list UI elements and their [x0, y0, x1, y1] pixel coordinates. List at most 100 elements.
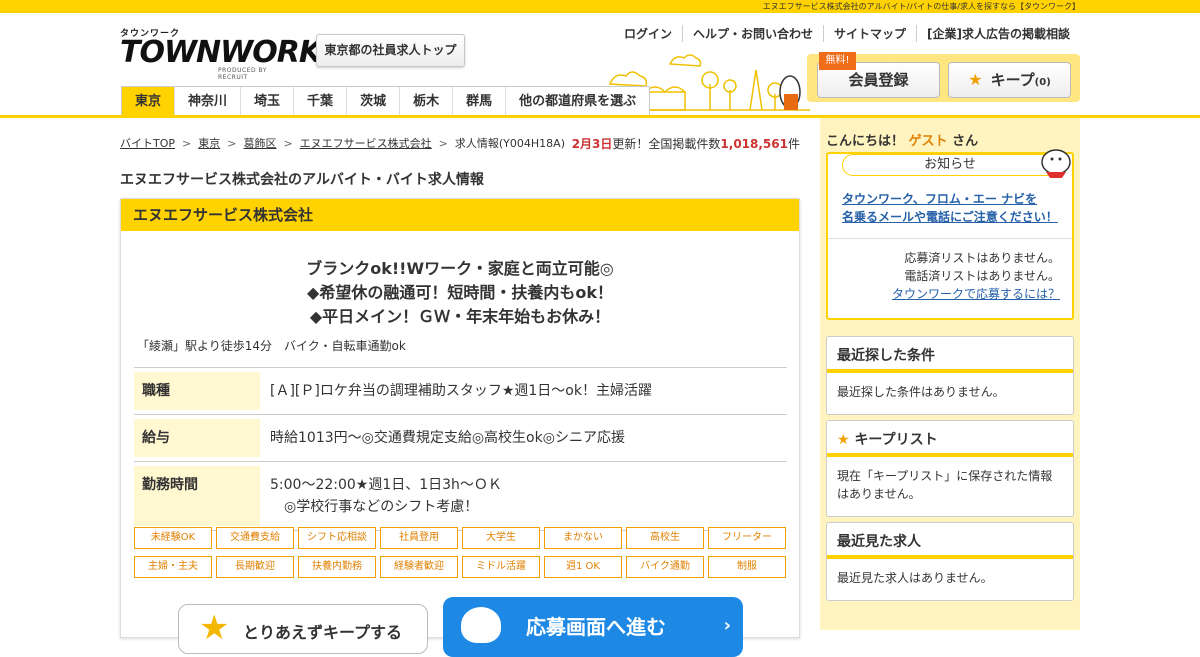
row-value: 5:00～22:00★週1日、1日3h～ＯＫ ◎学校行事などのシフト考慮！: [260, 466, 512, 526]
update-text: 更新！全国掲載件数: [612, 137, 721, 151]
site-tagline: エヌエフサービス株式会社のアルバイト/バイトの仕事/求人を探すなら【タウンワーク…: [0, 0, 1200, 13]
tab-other-prefectures[interactable]: 他の都道府県を選ぶ: [505, 87, 649, 116]
fraud-warning-link[interactable]: タウンワーク、フロム・エー ナビを 名乗るメールや電話にご注意ください！: [842, 190, 1072, 226]
tag: 社員登用: [380, 527, 458, 549]
login-link[interactable]: ログイン: [614, 25, 682, 42]
station-access: 「綾瀬」駅より徒歩14分 バイク・自転車通勤ok: [137, 339, 406, 353]
table-row: 給与 時給1013円～◎交通費規定支給◎高校生ok◎シニア応援: [134, 415, 787, 462]
update-info: 2月3日更新！全国掲載件数1,018,561件: [572, 135, 800, 152]
notice-title: お知らせ: [842, 154, 1058, 176]
recent-viewed-body: 最近見た求人はありません。: [837, 571, 993, 585]
tag: ミドル活躍: [462, 556, 540, 578]
apply-label: 応募画面へ進む: [526, 615, 666, 639]
keep-label: キープ: [990, 71, 1035, 89]
recent-viewed-box: 最近見た求人 最近見た求人はありません。: [826, 522, 1074, 601]
chevron-right-icon: ›: [723, 615, 731, 636]
job-card: エヌエフサービス株式会社 ブランクok!!Wワーク・家庭と両立可能◎ ◆希望休の…: [120, 198, 800, 657]
tag: 長期歓迎: [216, 556, 294, 578]
hours-note: ◎学校行事などのシフト考慮！: [284, 499, 479, 515]
breadcrumb-company[interactable]: エヌエフサービス株式会社: [300, 137, 432, 150]
breadcrumb: バイトTOP > 東京 > 葛飾区 > エヌエフサービス株式会社 > 求人情報(Y004H18A…: [120, 137, 565, 150]
recent-viewed-title: 最近見た求人: [827, 523, 1073, 559]
tag: 大学生: [462, 527, 540, 549]
recent-search-title: 最近探した条件: [827, 337, 1073, 373]
mascot-icon: [1041, 149, 1071, 178]
update-date: 2月3日: [571, 137, 613, 151]
row-key: 給与: [134, 419, 260, 457]
recent-search-body: 最近探した条件はありません。: [837, 385, 1005, 399]
notice-link-line: 名乗るメールや電話にご注意ください！: [842, 210, 1058, 224]
tab-gunma[interactable]: 群馬: [452, 87, 505, 116]
prefecture-tabs: 東京 神奈川 埼玉 千葉 茨城 栃木 群馬 他の都道府県を選ぶ: [121, 86, 651, 116]
applied-list-status: 応募済リストはありません。: [904, 251, 1060, 265]
tab-tokyo[interactable]: 東京: [122, 87, 175, 116]
breadcrumb-baito-top[interactable]: バイトTOP: [120, 137, 175, 150]
recent-search-box: 最近探した条件 最近探した条件はありません。: [826, 336, 1074, 415]
breadcrumb-tokyo[interactable]: 東京: [198, 137, 220, 150]
tag: 主婦・主夫: [134, 556, 212, 578]
tab-tochigi[interactable]: 栃木: [399, 87, 452, 116]
keep-job-button[interactable]: ★ とりあえずキープする: [178, 604, 428, 654]
row-value: [Ａ][Ｐ]ロケ弁当の調理補助スタッフ★週1日～ok！主婦活躍: [270, 383, 652, 399]
tag: 経験者歓迎: [380, 556, 458, 578]
keep-list-header: ★ キープリスト: [827, 421, 1073, 457]
star-icon: ★: [968, 70, 983, 89]
mascot-icon: [461, 607, 501, 643]
sitemap-link[interactable]: サイトマップ: [823, 25, 916, 42]
catch-copy: ブランクok!!Wワーク・家庭と両立可能◎ ◆希望休の融通可！短時間・扶養内もo…: [121, 257, 799, 329]
keep-count: (0): [1034, 77, 1051, 88]
company-name[interactable]: エヌエフサービス株式会社: [121, 199, 799, 231]
townwork-logo[interactable]: タウンワーク TOWNWORK PRODUCED BY RECRUIT: [120, 26, 322, 81]
ad-inquiry-link[interactable]: [企業]求人広告の掲載相談: [916, 25, 1080, 42]
tab-saitama[interactable]: 埼玉: [240, 87, 293, 116]
tag: フリーター: [708, 527, 786, 549]
star-icon: ★: [199, 608, 230, 648]
table-row: 職種 [Ａ][Ｐ]ロケ弁当の調理補助スタッフ★週1日～ok！主婦活躍: [134, 368, 787, 415]
tag: 扶養内勤務: [298, 556, 376, 578]
header-nav: ログイン ヘルプ・お問い合わせ サイトマップ [企業]求人広告の掲載相談: [614, 25, 1080, 42]
hours-line: 5:00～22:00★週1日、1日3h～ＯＫ: [270, 477, 502, 493]
keep-button[interactable]: ★ キープ(0): [948, 62, 1071, 98]
breadcrumb-current: 求人情報(Y004H18A): [454, 137, 565, 150]
keep-list-body: 現在「キープリスト」に保存された情報はありません。: [837, 469, 1053, 501]
keep-list-title: キープリスト: [854, 432, 938, 448]
tab-kanagawa[interactable]: 神奈川: [174, 87, 240, 116]
tag: バイク通勤: [626, 556, 704, 578]
help-link[interactable]: ヘルプ・お問い合わせ: [681, 25, 823, 42]
apply-button[interactable]: 応募画面へ進む ›: [443, 597, 743, 657]
register-label: 会員登録: [848, 71, 909, 89]
tag: まかない: [544, 527, 622, 549]
breadcrumb-katsushika[interactable]: 葛飾区: [243, 137, 276, 150]
table-row: 勤務時間 5:00～22:00★週1日、1日3h～ＯＫ ◎学校行事などのシフト考…: [134, 462, 787, 531]
page-title: エヌエフサービス株式会社のアルバイト・バイト求人情報: [120, 172, 484, 188]
catch-line: ◆平日メイン！ＧＷ・年末年始もお休み！: [309, 307, 611, 326]
tag: 週1 OK: [544, 556, 622, 578]
tab-chiba[interactable]: 千葉: [293, 87, 346, 116]
region-top-button[interactable]: 東京都の社員求人トップ: [316, 34, 465, 67]
tag: 制服: [708, 556, 786, 578]
free-badge: 無料!: [819, 52, 856, 70]
greet-suffix: さん: [952, 134, 979, 149]
keep-job-label: とりあえずキープする: [243, 623, 403, 642]
tag: 交通費支給: [216, 527, 294, 549]
logo-wordmark: TOWNWORK: [120, 35, 322, 70]
how-to-apply-link[interactable]: タウンワークで応募するには？: [892, 287, 1060, 301]
guest-name: ゲスト: [908, 134, 948, 149]
called-list-status: 電話済リストはありません。: [904, 269, 1060, 283]
row-key: 勤務時間: [134, 466, 260, 526]
tab-ibaraki[interactable]: 茨城: [346, 87, 399, 116]
feature-tags: 未経験OK 交通費支給 シフト応相談 社員登用 大学生 まかない 高校生 フリー…: [134, 527, 787, 578]
row-value: 時給1013円～◎交通費規定支給◎高校生ok◎シニア応援: [270, 430, 625, 446]
listing-unit: 件: [787, 137, 800, 151]
notice-box: お知らせ タウンワーク、フロム・エー ナビを 名乗るメールや電話にご注意ください…: [826, 152, 1074, 320]
application-status: 応募済リストはありません。 電話済リストはありません。 タウンワークで応募するに…: [828, 238, 1072, 303]
greeting: こんにちは！ ゲスト さん: [826, 130, 978, 149]
tag: 高校生: [626, 527, 704, 549]
catch-line: ブランクok!!Wワーク・家庭と両立可能◎: [306, 259, 614, 278]
job-detail-table: 職種 [Ａ][Ｐ]ロケ弁当の調理補助スタッフ★週1日～ok！主婦活躍 給与 時給…: [134, 367, 787, 531]
tag: 未経験OK: [134, 527, 212, 549]
tag: シフト応相談: [298, 527, 376, 549]
row-key: 職種: [134, 372, 260, 410]
star-icon: ★: [837, 432, 850, 448]
catch-line: ◆希望休の融通可！短時間・扶養内もok！: [307, 283, 613, 302]
